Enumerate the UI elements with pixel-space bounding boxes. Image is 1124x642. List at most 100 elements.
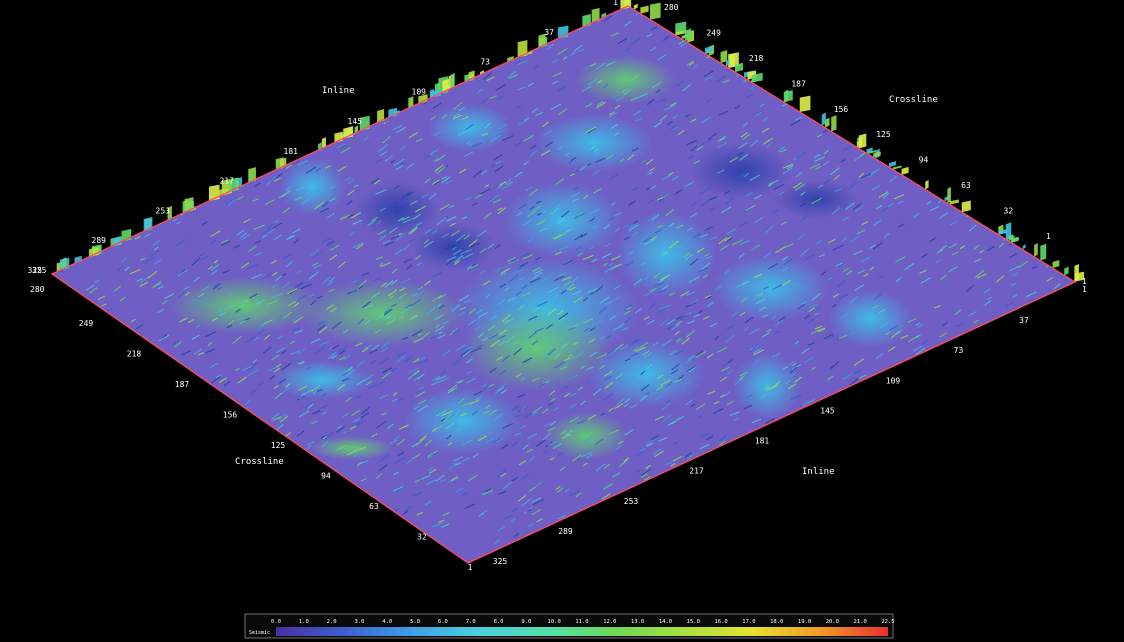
attribute-blob <box>587 340 706 408</box>
edge-spike <box>901 166 909 175</box>
axis-tick-label: 145 <box>348 117 363 126</box>
edge-spike <box>831 115 837 132</box>
edge-spike <box>640 5 649 14</box>
edge-spike <box>858 133 867 149</box>
axis-tick-label: 63 <box>961 181 971 190</box>
attribute-blob <box>711 254 830 322</box>
axis-tick-label: 94 <box>919 156 929 165</box>
attribute-blob <box>574 55 676 104</box>
axis-tick-label: 218 <box>127 350 142 359</box>
edge-spike <box>1022 244 1026 250</box>
edge-spike <box>684 28 692 42</box>
colorbar-tick-label: 2.0 <box>327 619 337 625</box>
axis-tick-label: 218 <box>749 54 764 63</box>
axis-tick-label: 1 <box>468 563 473 572</box>
axis-tick-label: 249 <box>79 319 94 328</box>
edge-spike <box>892 165 902 170</box>
edge-spike <box>1052 260 1060 269</box>
axis-tick-label: 32 <box>417 533 427 542</box>
attribute-blob <box>773 179 858 219</box>
axis-tick-label: 94 <box>321 472 331 481</box>
inline-title-top: Inline <box>322 86 355 96</box>
colorbar-tick-label: 21.0 <box>854 619 867 625</box>
edge-spike <box>784 89 789 103</box>
axis-tick-label: 125 <box>271 441 286 450</box>
axis-tick-label: 181 <box>755 437 770 446</box>
attribute-blob <box>535 114 653 172</box>
attribute-blob <box>733 352 801 420</box>
edge-spike <box>947 186 951 204</box>
colorbar-tick-label: 9.0 <box>521 619 531 625</box>
edge-spike <box>799 95 811 113</box>
axis-tick-label: 289 <box>558 527 573 536</box>
attribute-blob <box>355 181 440 239</box>
axis-tick-label: 187 <box>791 79 806 88</box>
edge-spike <box>1034 243 1038 257</box>
edge-spike <box>720 50 728 64</box>
colorbar-tick-label: 19.0 <box>798 619 811 625</box>
attribute-blob <box>690 142 792 201</box>
axis-tick-label: 217 <box>689 467 704 476</box>
axis-tick-label: 181 <box>284 147 299 156</box>
axis-tick-label: 1 <box>613 0 618 7</box>
edge-spike <box>961 200 971 213</box>
axis-tick-label: 109 <box>886 376 901 385</box>
edge-spike <box>888 161 896 168</box>
colorbar-tick-label: 16.0 <box>714 619 727 625</box>
colorbar-tick-label: 11.0 <box>575 619 588 625</box>
axis-tick-label: 280 <box>664 3 679 12</box>
seismic-3d-view: 1377310914518121725328932528024921818715… <box>28 0 1087 639</box>
colorbar-tick-label: 12.0 <box>603 619 616 625</box>
edge-spike <box>633 3 638 10</box>
edge-spike <box>649 2 661 20</box>
axis-tick-label: 217 <box>220 177 235 186</box>
axis-tick-label: 63 <box>369 502 379 511</box>
colorbar-tick-label: 14.0 <box>659 619 672 625</box>
axis-tick-label: 280 <box>30 285 45 294</box>
crossline-title-top: Crossline <box>889 95 938 105</box>
attribute-blob <box>544 411 629 460</box>
colorbar-tick-label: 13.0 <box>631 619 644 625</box>
attribute-blob <box>615 210 717 298</box>
colorbar-tick-label: 15.0 <box>687 619 700 625</box>
colorbar-tick-label: 17.0 <box>742 619 755 625</box>
colorbar-tick-label: 1.0 <box>299 619 309 625</box>
axis-tick-label: 1 <box>1046 232 1051 241</box>
inline-title-bottom: Inline <box>802 467 835 477</box>
axis-tick-label: 125 <box>876 130 891 139</box>
axis-tick-label: 145 <box>820 406 835 415</box>
colorbar-tick-label: 5.0 <box>410 619 420 625</box>
colorbar-tick-label: 22.5 <box>881 619 894 625</box>
axis-tick-label: 109 <box>412 87 427 96</box>
axis-tick-label: 325 <box>493 557 508 566</box>
edge-spike <box>1040 243 1047 261</box>
colorbar-label: Seismic <box>249 630 270 636</box>
edge-spike <box>821 112 826 126</box>
colorbar-tick-label: 20.0 <box>826 619 839 625</box>
colorbar-tick-label: 7.0 <box>466 619 476 625</box>
attribute-surface <box>50 0 1085 564</box>
edge-spike <box>949 199 959 205</box>
axis-tick-label: 1 <box>1082 285 1087 294</box>
axis-tick-label: 325 <box>32 266 47 275</box>
colorbar-tick-label: 0.0 <box>271 619 281 625</box>
colorbar-tick-label: 6.0 <box>438 619 448 625</box>
axis-tick-label: 253 <box>156 206 171 215</box>
colorbar-tick-label: 4.0 <box>382 619 392 625</box>
edge-spike <box>1064 266 1069 276</box>
attribute-blob <box>403 387 522 455</box>
axis-tick-label: 73 <box>954 346 964 355</box>
axis-tick-label: 156 <box>834 105 849 114</box>
attribute-blob <box>310 436 395 461</box>
crossline-title-bottom: Crossline <box>235 457 284 467</box>
axis-tick-label: 73 <box>480 58 490 67</box>
axis-tick-label: 253 <box>624 497 639 506</box>
axis-tick-label: 187 <box>175 380 190 389</box>
colorbar-tick-label: 10.0 <box>548 619 561 625</box>
axis-tick-label: 32 <box>1004 207 1014 216</box>
axis-tick-label: 37 <box>1019 316 1029 325</box>
axis-tick-label: 289 <box>92 236 107 245</box>
colorbar-gradient <box>276 627 888 636</box>
colorbar: Seismic 0.0 1.0 2.0 3.0 4.0 5.0 6.0 7.0 8.0 9.0 10… <box>244 613 895 639</box>
axis-tick-label: 249 <box>706 28 721 37</box>
